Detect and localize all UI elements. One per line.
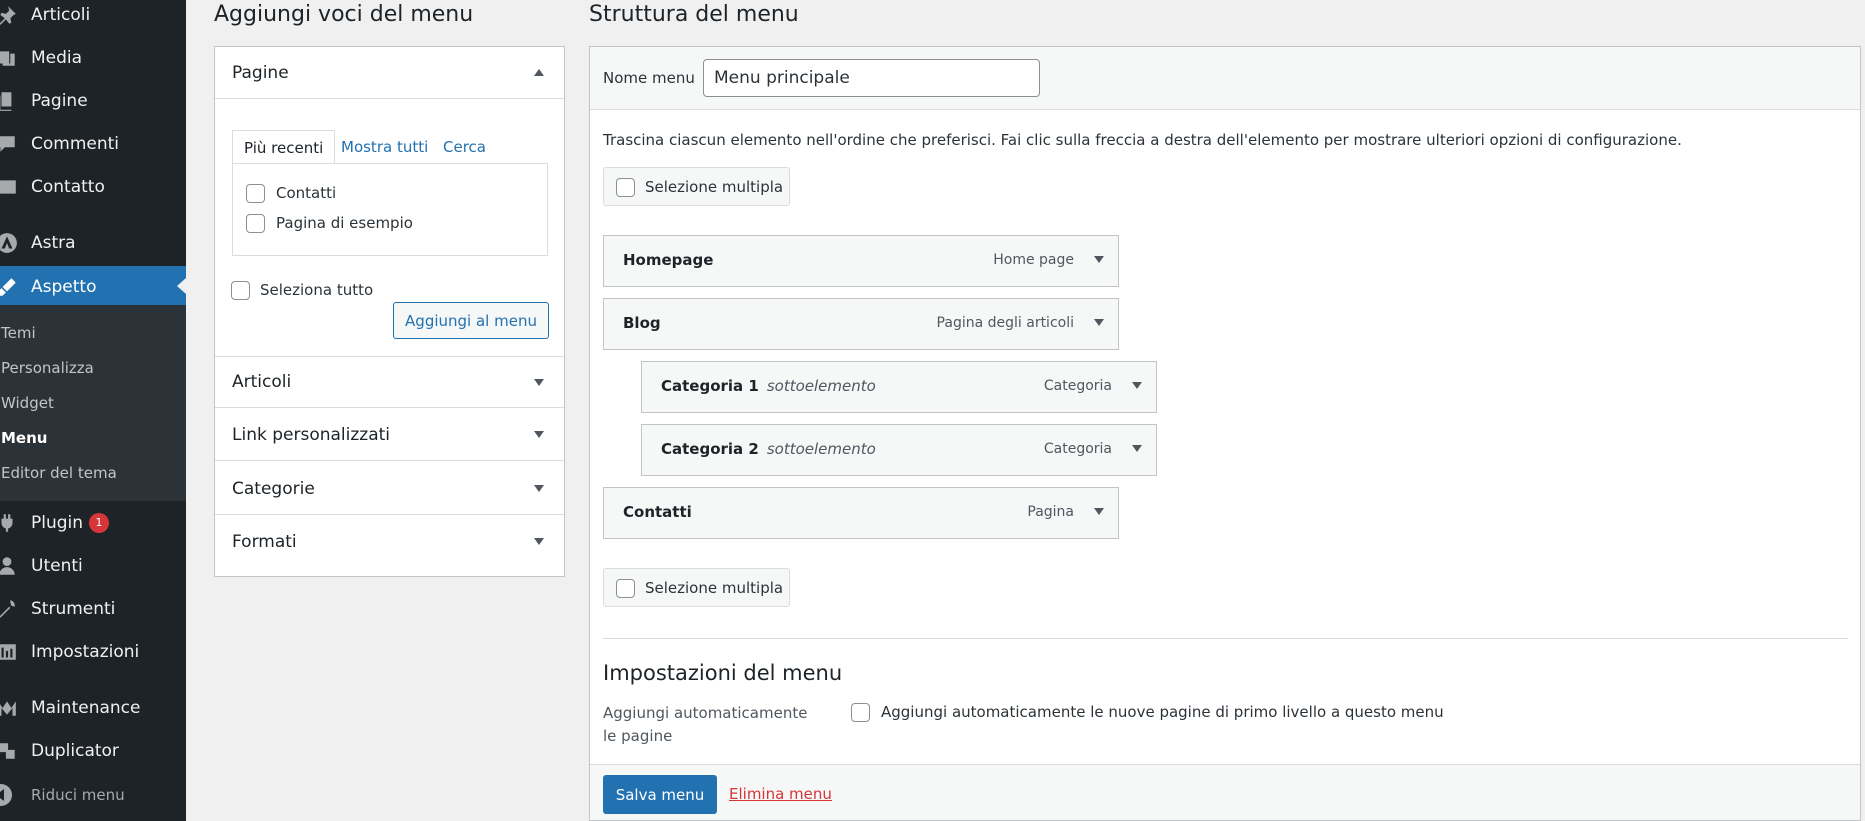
menu-item-type: Pagina degli articoli: [936, 315, 1074, 331]
add-menu-items-panel: Pagine Più recenti Mostra tutti Cerca Co…: [214, 46, 565, 577]
sidebar-item-commenti[interactable]: Commenti: [0, 124, 186, 164]
menu-item-categoria-1[interactable]: Categoria 1 sottoelemento Categoria: [641, 361, 1157, 413]
sidebar-item-pagine[interactable]: Pagine: [0, 81, 186, 121]
subitem-label: sottoelemento: [766, 440, 876, 458]
page-item-label: Pagina di esempio: [276, 214, 413, 232]
sidebar-item-impostazioni[interactable]: Impostazioni: [0, 632, 186, 672]
sidebar-item-duplicator[interactable]: Duplicator: [0, 731, 186, 771]
subitem-label: sottoelemento: [766, 377, 876, 395]
accordion-formati[interactable]: Formati: [215, 516, 564, 568]
menu-item-type: Home page: [993, 252, 1074, 268]
submenu-item-widget[interactable]: Widget: [1, 394, 54, 412]
collapse-menu-button[interactable]: Riduci menu: [0, 775, 186, 815]
menu-item-type: Categoria: [1043, 441, 1112, 457]
pages-icon: [0, 88, 20, 114]
expand-arrow-icon: [534, 538, 544, 545]
menu-item-type: Pagina: [1027, 504, 1074, 520]
sidebar-item-aspetto[interactable]: Aspetto: [0, 266, 186, 307]
expand-arrow-icon: [534, 485, 544, 492]
save-menu-button[interactable]: Salva menu: [603, 775, 717, 814]
sidebar-item-media[interactable]: Media: [0, 38, 186, 78]
admin-sidebar: Articoli Media Pagine Commenti Contatto …: [0, 0, 186, 821]
mail-icon: [0, 174, 20, 200]
delete-menu-link[interactable]: Elimina menu: [729, 785, 832, 803]
checkbox-contatti[interactable]: [246, 184, 265, 203]
submenu-item-personalizza[interactable]: Personalizza: [1, 359, 94, 377]
select-all-label: Seleziona tutto: [260, 281, 374, 299]
menu-item-blog[interactable]: Blog Pagina degli articoli: [603, 298, 1119, 350]
plugin-update-badge: 1: [89, 513, 110, 533]
duplicator-icon: [0, 738, 20, 764]
recent-pages-list: Contatti Pagina di esempio: [232, 163, 548, 256]
brush-icon: [0, 274, 20, 300]
menu-name-label: Nome menu: [603, 69, 695, 87]
sidebar-item-utenti[interactable]: Utenti: [0, 546, 186, 586]
bulk-select-bottom[interactable]: Selezione multipla: [603, 568, 790, 607]
aspetto-submenu: Temi Personalizza Widget Menu Editor del…: [0, 305, 186, 501]
add-to-menu-button[interactable]: Aggiungi al menu: [393, 302, 549, 339]
expand-arrow-icon[interactable]: [1132, 445, 1142, 452]
accordion-categorie[interactable]: Categorie: [215, 463, 564, 515]
checkbox-pagina-di-esempio[interactable]: [246, 214, 265, 233]
expand-arrow-icon[interactable]: [1132, 382, 1142, 389]
menu-structure-panel: Nome menu Menu principale Trascina ciasc…: [589, 46, 1861, 821]
user-icon: [0, 553, 20, 579]
submenu-item-temi[interactable]: Temi: [1, 324, 36, 342]
drag-instructions: Trascina ciascun elemento nell'ordine ch…: [603, 131, 1682, 149]
sidebar-item-strumenti[interactable]: Strumenti: [0, 589, 186, 629]
expand-arrow-icon[interactable]: [1094, 256, 1104, 263]
tab-piu-recenti[interactable]: Più recenti: [232, 130, 336, 164]
auto-add-option-label: Aggiungi automaticamente le nuove pagine…: [881, 703, 1444, 721]
collapse-arrow-icon: [534, 69, 544, 76]
bulk-select-checkbox[interactable]: [616, 579, 635, 598]
submenu-item-menu[interactable]: Menu: [1, 429, 47, 447]
menu-item-type: Categoria: [1043, 378, 1112, 394]
add-menu-items-heading: Aggiungi voci del menu: [214, 2, 474, 27]
current-menu-arrow: [177, 278, 186, 294]
expand-arrow-icon: [534, 379, 544, 386]
sidebar-item-maintenance[interactable]: Maintenance: [0, 688, 186, 728]
sidebar-item-articoli[interactable]: Articoli: [0, 0, 186, 35]
media-icon: [0, 45, 20, 71]
plugin-icon: [0, 510, 20, 536]
divider: [603, 638, 1848, 639]
menu-structure-heading: Struttura del menu: [589, 2, 799, 27]
auto-add-label: Aggiungi automaticamente le pagine: [603, 704, 808, 745]
settings-icon: [0, 639, 20, 665]
menu-settings-heading: Impostazioni del menu: [603, 661, 843, 685]
select-all-checkbox[interactable]: [231, 281, 250, 300]
pin-icon: [0, 2, 20, 28]
sidebar-item-astra[interactable]: Astra: [0, 223, 186, 263]
comments-icon: [0, 131, 20, 157]
sidebar-item-plugin[interactable]: Plugin 1: [0, 503, 186, 543]
accordion-link-personalizzati[interactable]: Link personalizzati: [215, 409, 564, 461]
collapse-arrow-icon: [0, 784, 12, 806]
expand-arrow-icon[interactable]: [1094, 319, 1104, 326]
menu-name-bar: Nome menu Menu principale: [590, 47, 1860, 110]
expand-arrow-icon: [534, 431, 544, 438]
bulk-select-top[interactable]: Selezione multipla: [603, 167, 790, 206]
submenu-item-editor-del-tema[interactable]: Editor del tema: [1, 464, 117, 482]
auto-add-checkbox[interactable]: [851, 703, 870, 722]
sidebar-item-contatto[interactable]: Contatto: [0, 167, 186, 207]
menu-name-input[interactable]: Menu principale: [703, 59, 1040, 97]
menu-item-homepage[interactable]: Homepage Home page: [603, 235, 1119, 287]
expand-arrow-icon[interactable]: [1094, 508, 1104, 515]
bulk-select-checkbox[interactable]: [616, 178, 635, 197]
menu-item-categoria-2[interactable]: Categoria 2 sottoelemento Categoria: [641, 424, 1157, 476]
wrench-icon: [0, 596, 20, 622]
maintenance-icon: [0, 695, 20, 721]
accordion-articoli[interactable]: Articoli: [215, 356, 564, 408]
accordion-pagine[interactable]: Pagine: [215, 47, 564, 99]
tab-cerca[interactable]: Cerca: [432, 130, 497, 164]
menu-footer-bar: Salva menu Elimina menu: [590, 764, 1860, 820]
astra-icon: [0, 230, 20, 256]
page-item-label: Contatti: [276, 184, 337, 202]
menu-item-contatti[interactable]: Contatti Pagina: [603, 487, 1119, 539]
tab-mostra-tutti[interactable]: Mostra tutti: [330, 130, 439, 164]
